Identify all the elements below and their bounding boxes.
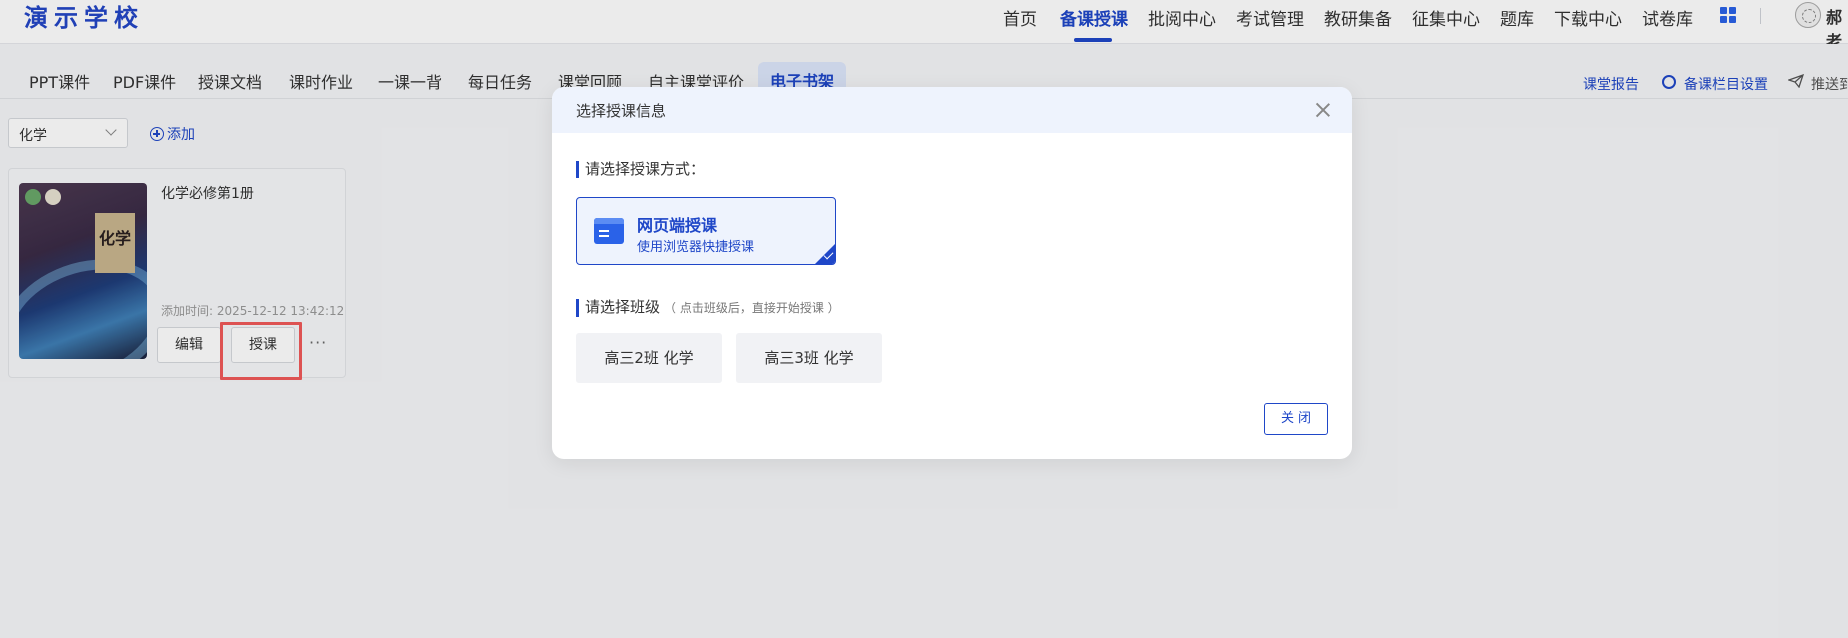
web-teaching-title: 网页端授课	[637, 216, 718, 235]
close-button[interactable]: 关闭	[1264, 403, 1328, 435]
web-teaching-option[interactable]: 网页端授课 使用浏览器快捷授课	[576, 197, 836, 265]
class-option-1[interactable]: 高三2班 化学	[576, 333, 722, 383]
browser-icon	[594, 218, 624, 244]
web-teaching-subtitle: 使用浏览器快捷授课	[637, 240, 755, 255]
mode-section-label: 请选择授课方式：	[576, 161, 705, 178]
select-teaching-dialog: 选择授课信息 请选择授课方式： 网页端授课 使用浏览器快捷授课 请选择班级（ 点…	[552, 87, 1352, 459]
dialog-title: 选择授课信息	[576, 102, 667, 120]
class-section-hint: （ 点击班级后，直接开始授课 ）	[664, 301, 840, 315]
class-section-text: 请选择班级	[585, 298, 661, 316]
mode-section-text: 请选择授课方式：	[585, 160, 706, 178]
dialog-header: 选择授课信息	[552, 87, 1352, 133]
class-section-label: 请选择班级（ 点击班级后，直接开始授课 ）	[576, 299, 840, 317]
class-option-2[interactable]: 高三3班 化学	[736, 333, 882, 383]
close-icon[interactable]	[1314, 101, 1332, 119]
